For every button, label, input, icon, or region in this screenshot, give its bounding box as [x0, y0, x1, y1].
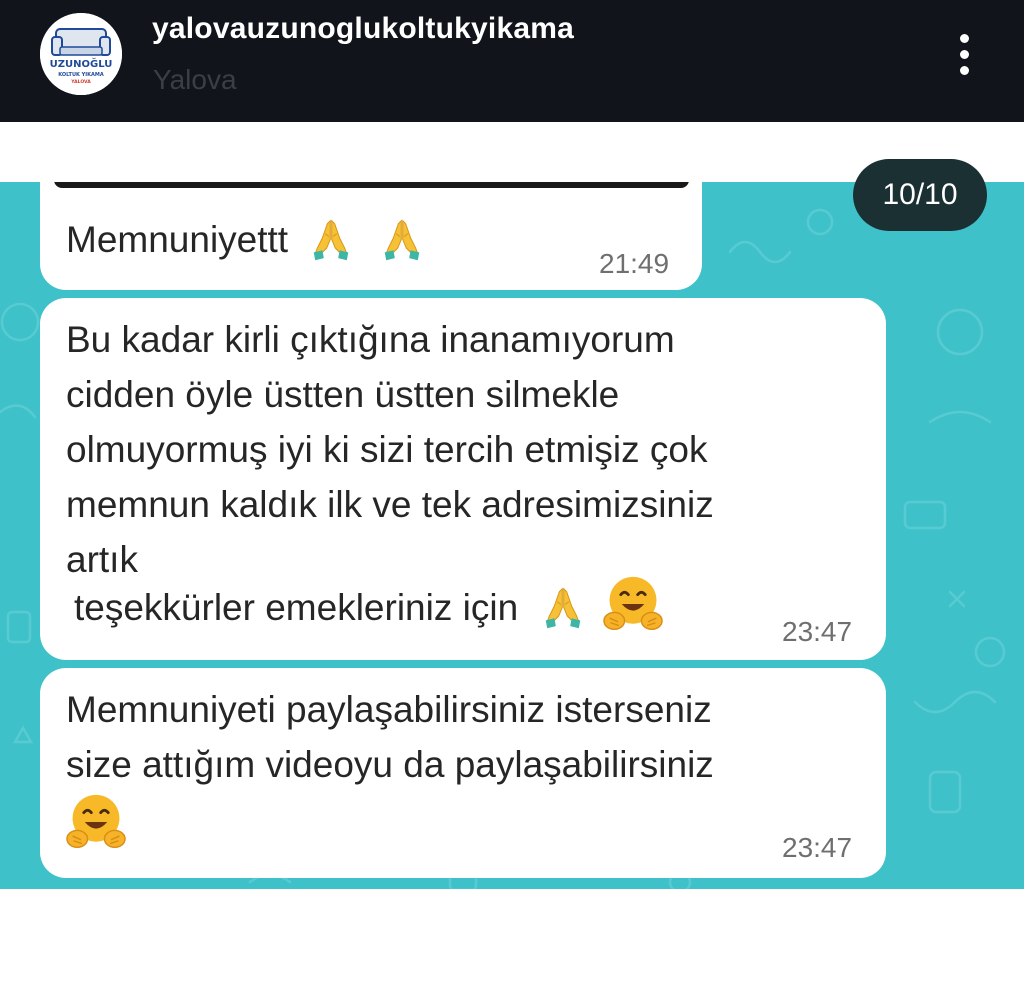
story-counter: 10/10 [853, 159, 987, 231]
message-time: 21:49 [599, 248, 670, 279]
brand-logo: UZUNOĞLU KOLTUK YIKAMA YALOVA [40, 13, 122, 95]
message-bubble: Memnuniyeti paylaşabilirsiniz isterseniz… [40, 668, 886, 878]
message-text: Memnuniyettt [66, 219, 289, 260]
account-location[interactable]: Yalova [153, 64, 237, 96]
message-bubble: Bu kadar kirli çıktığına inanamıyorum ci… [40, 298, 886, 660]
svg-text:YALOVA: YALOVA [70, 79, 91, 85]
svg-text:UZUNOĞLU: UZUNOĞLU [50, 57, 113, 70]
profile-header: UZUNOĞLU KOLTUK YIKAMA YALOVA yalovauzun… [0, 0, 1024, 122]
message-line: memnun kaldık ilk ve tek adresimizsiniz [66, 484, 714, 525]
folded-hands-icon [379, 215, 425, 261]
hugging-face-icon [603, 574, 663, 634]
message-text: Bu kadar kirli çıktığına inanamıyorum ci… [66, 312, 714, 587]
media-preview-edge [54, 182, 689, 188]
account-username[interactable]: yalovauzunoglukoltukyikama [152, 12, 574, 46]
message-line: Memnuniyeti paylaşabilirsiniz isterseniz [66, 689, 712, 730]
message-time: 23:47 [782, 832, 853, 863]
message-line: Bu kadar kirli çıktığına inanamıyorum [66, 319, 675, 360]
folded-hands-icon [540, 583, 586, 629]
message-time: 23:47 [782, 616, 853, 647]
message-line: olmuyormuş iyi ki sizi tercih etmişiz ço… [66, 429, 708, 470]
message-line: teşekkürler emekleriniz için [74, 587, 519, 628]
folded-hands-icon [308, 215, 354, 261]
chat-screenshot: Memnuniyettt 21:49 Bu kadar kirli çıktığ… [0, 182, 1024, 889]
avatar[interactable]: UZUNOĞLU KOLTUK YIKAMA YALOVA [40, 13, 122, 95]
hugging-face-icon [66, 792, 126, 852]
message-text: Memnuniyeti paylaşabilirsiniz isterseniz… [66, 682, 714, 792]
message-line: size attığım videoyu da paylaşabilirsini… [66, 744, 714, 785]
more-vertical-icon[interactable] [944, 28, 986, 80]
message-line: cidden öyle üstten üstten silmekle [66, 374, 620, 415]
svg-text:KOLTUK YIKAMA: KOLTUK YIKAMA [58, 72, 104, 78]
message-bubble: Memnuniyettt 21:49 [40, 182, 702, 290]
